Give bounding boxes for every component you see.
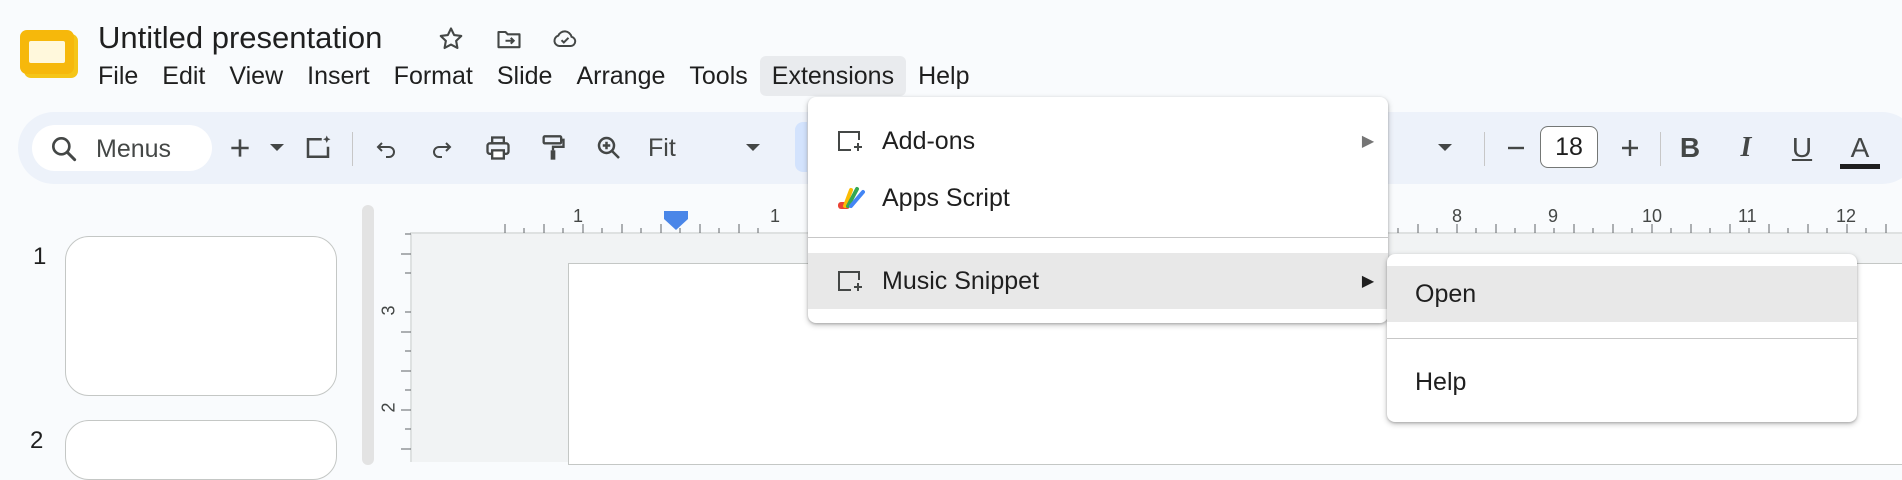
ruler-label: 10 (1642, 206, 1663, 226)
zoom-icon[interactable] (591, 130, 627, 166)
font-size-input[interactable]: 18 (1540, 126, 1598, 168)
slide-thumbnail-1[interactable] (65, 236, 337, 396)
search-icon (48, 133, 80, 165)
toolbar-divider (1484, 132, 1485, 166)
toolbar-divider (352, 132, 353, 166)
ruler-label: 2 (378, 402, 399, 413)
slides-logo-icon[interactable] (20, 28, 80, 82)
menu-item-label: Apps Script (882, 183, 1010, 212)
submenu-arrow-icon: ▶ (1361, 133, 1375, 150)
menu-file[interactable]: File (86, 56, 150, 96)
select-tool-highlight[interactable] (795, 122, 807, 172)
vertical-ruler[interactable] (386, 232, 412, 462)
toolbar-divider (1660, 132, 1661, 166)
slides-panel-scrollbar[interactable] (362, 205, 374, 465)
font-dropdown-icon[interactable] (1430, 130, 1460, 166)
menu-slide[interactable]: Slide (485, 56, 565, 96)
insert-slide-ai-icon[interactable] (300, 130, 336, 166)
music-snippet-submenu: Open Help (1387, 254, 1857, 422)
menu-help[interactable]: Help (906, 56, 981, 96)
menu-item-label: Add-ons (882, 126, 976, 155)
apps-script-icon (834, 182, 866, 214)
menu-item-add-ons[interactable]: Add-ons ▶ (808, 113, 1388, 169)
menu-insert[interactable]: Insert (295, 56, 382, 96)
submenu-item-help[interactable]: Help (1387, 354, 1857, 410)
text-color-button[interactable]: A (1842, 130, 1878, 166)
ruler-label: 1 (573, 206, 584, 226)
ruler-label: 8 (1452, 206, 1463, 226)
star-icon[interactable] (434, 22, 468, 56)
menu-divider (808, 237, 1388, 238)
submenu-arrow-icon: ▶ (1361, 273, 1375, 290)
new-slide-icon[interactable] (222, 130, 258, 166)
menu-item-label: Open (1415, 279, 1477, 308)
menu-extensions[interactable]: Extensions (759, 56, 907, 96)
slide-number: 2 (30, 427, 44, 454)
paint-format-icon[interactable] (535, 130, 571, 166)
add-box-icon (834, 125, 866, 157)
print-icon[interactable] (480, 130, 516, 166)
left-indent-marker (664, 211, 688, 219)
menu-item-label: Help (1415, 367, 1467, 396)
zoom-select[interactable]: Fit (648, 133, 676, 163)
ruler-label: 11 (1738, 206, 1757, 226)
decrease-font-size-icon[interactable] (1498, 130, 1534, 166)
increase-font-size-icon[interactable] (1612, 130, 1648, 166)
undo-icon[interactable] (368, 130, 404, 166)
menu-edit[interactable]: Edit (150, 56, 217, 96)
menu-item-apps-script[interactable]: Apps Script (808, 169, 1388, 227)
menu-format[interactable]: Format (382, 56, 485, 96)
menu-item-music-snippet[interactable]: Music Snippet ▶ (808, 253, 1388, 309)
ruler-label: 1 (770, 206, 781, 226)
menu-item-label: Music Snippet (882, 266, 1040, 295)
bold-button[interactable]: B (1672, 130, 1708, 166)
menu-view[interactable]: View (217, 56, 295, 96)
extensions-menu: Add-ons ▶ Apps Script Music Snippet ▶ (808, 97, 1388, 323)
move-to-folder-icon[interactable] (492, 22, 526, 56)
menu-arrange[interactable]: Arrange (564, 56, 677, 96)
slide-thumbnail-2[interactable] (65, 420, 337, 480)
menu-tools[interactable]: Tools (677, 56, 759, 96)
text-color-swatch (1840, 164, 1880, 169)
ruler-label: 12 (1836, 206, 1857, 226)
underline-button[interactable]: U (1784, 130, 1820, 166)
ruler-label: 3 (378, 305, 399, 316)
slide-number: 1 (33, 243, 47, 270)
add-box-icon (834, 265, 866, 297)
submenu-item-open[interactable]: Open (1387, 266, 1857, 322)
cloud-saved-icon[interactable] (548, 22, 582, 56)
zoom-dropdown-icon[interactable] (738, 130, 768, 166)
menu-divider (1387, 338, 1857, 339)
search-menus-label: Menus (96, 135, 172, 163)
document-title[interactable]: Untitled presentation (98, 18, 382, 58)
ruler-label: 9 (1548, 206, 1559, 226)
menu-bar: File Edit View Insert Format Slide Arran… (86, 56, 982, 96)
italic-button[interactable]: I (1728, 130, 1764, 166)
redo-icon[interactable] (424, 130, 460, 166)
new-slide-layout-dropdown-icon[interactable] (262, 130, 292, 166)
